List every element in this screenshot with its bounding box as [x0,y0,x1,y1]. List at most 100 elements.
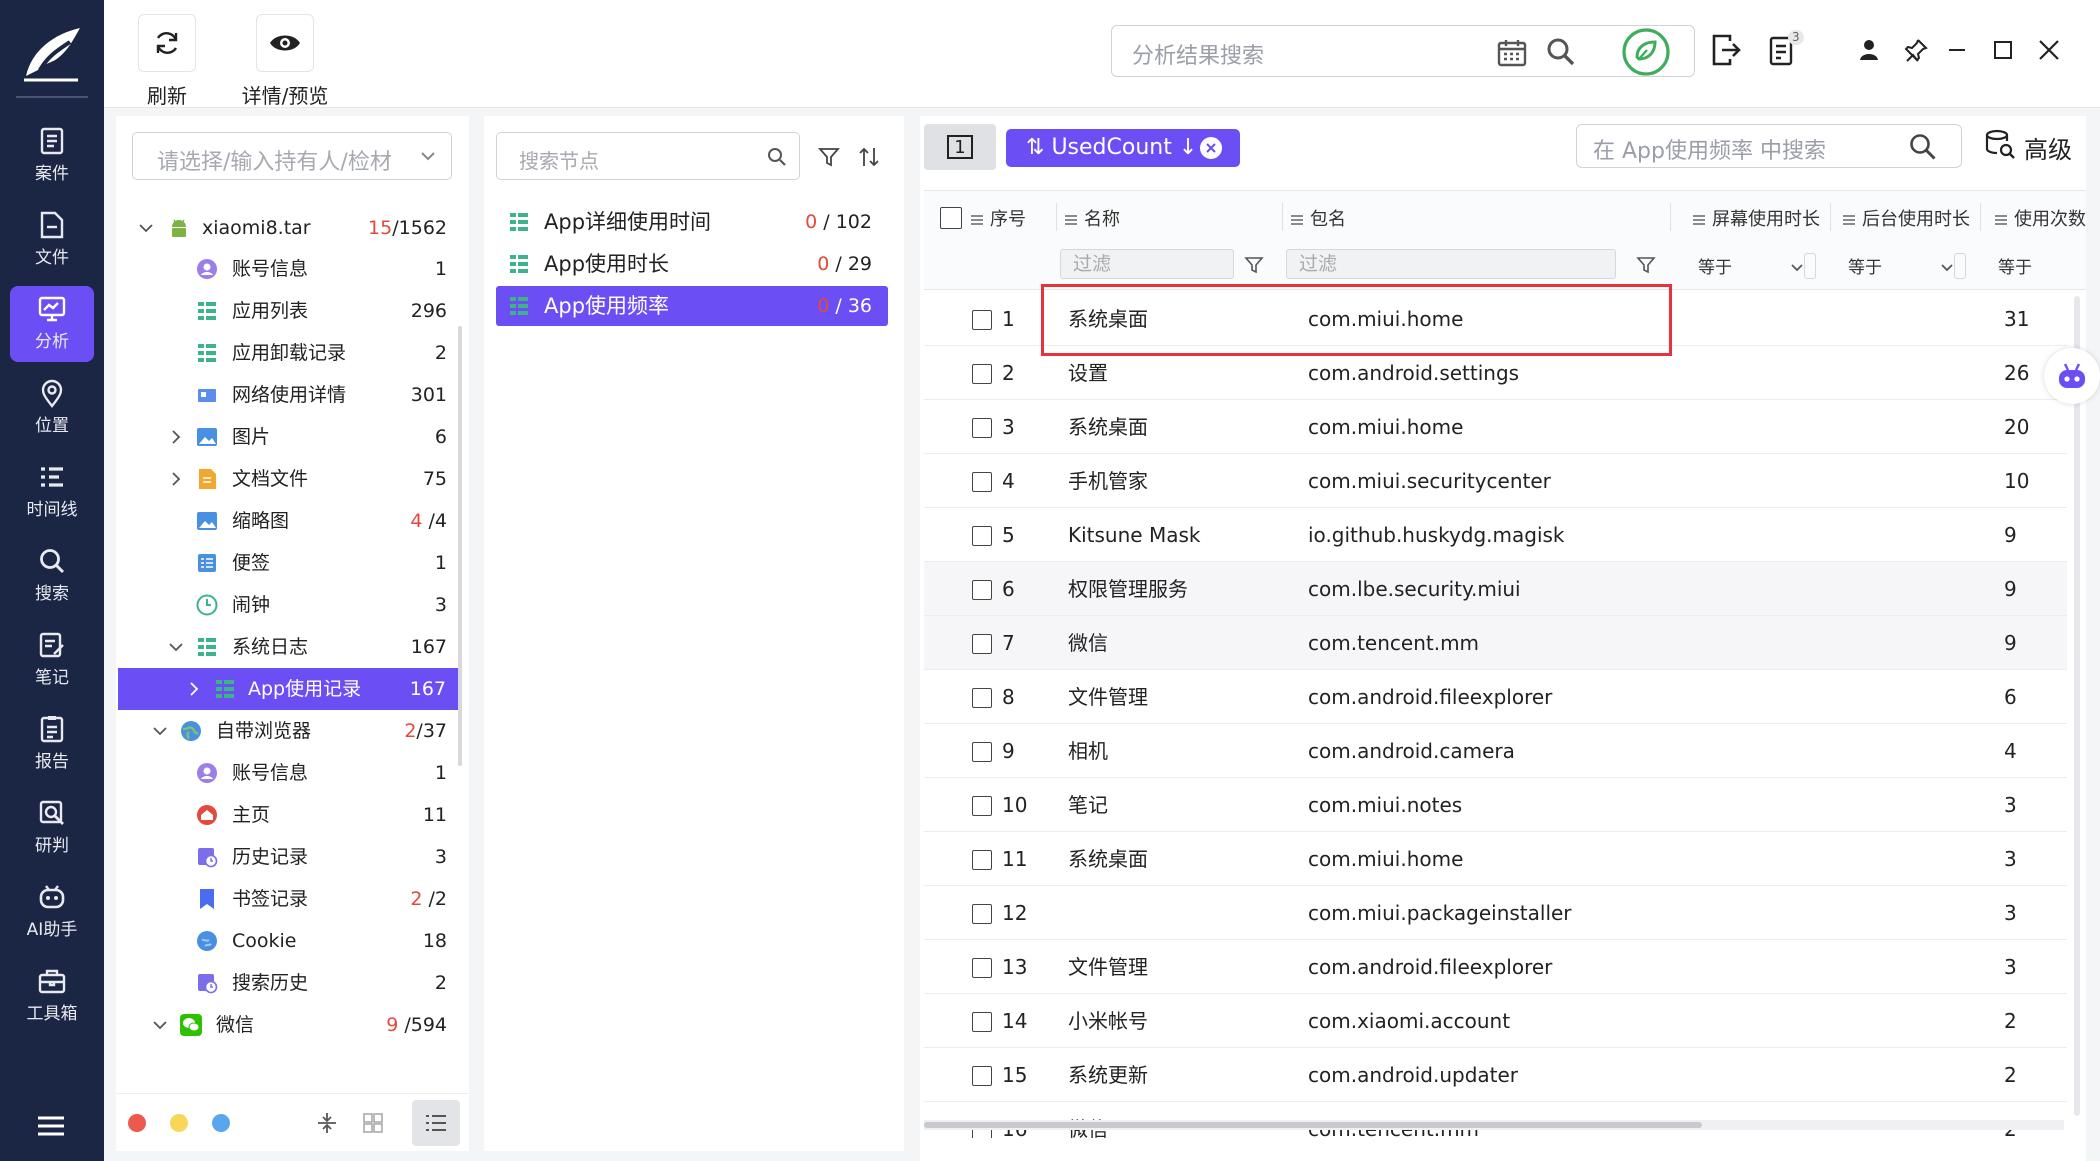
tree-item-browser-account[interactable]: 账号信息 1 [116,752,459,794]
column-separator[interactable] [1830,203,1831,231]
row-checkbox[interactable] [972,850,992,870]
minimize-button[interactable] [1937,30,1977,70]
table-row[interactable]: 3 系统桌面 com.miui.home 20 [924,400,2067,454]
tree-item-uninstall-records[interactable]: 应用卸载记录 2 [116,332,459,374]
table-row[interactable]: 1 系统桌面 com.miui.home 31 [924,292,2067,346]
chevron-down-icon[interactable] [152,723,168,739]
tree-item-thumbnails[interactable]: 缩略图 4 /4 [116,500,459,542]
yellow-tag-dot[interactable] [170,1114,188,1132]
table-row[interactable]: 7 微信 com.tencent.mm 9 [924,616,2067,670]
blue-tag-dot[interactable] [212,1114,230,1132]
table-row[interactable]: 8 文件管理 com.android.fileexplorer 6 [924,670,2067,724]
column-header-background-time[interactable]: 后台使用时长 [1842,205,1970,231]
tree-item-browser[interactable]: 自带浏览器 2/37 [116,710,459,752]
user-button[interactable] [1849,30,1889,70]
nav-item-judge[interactable]: 研判 [10,790,94,866]
table-row[interactable]: 11 系统桌面 com.miui.home 3 [924,832,2067,886]
chevron-right-icon[interactable] [186,681,202,697]
close-button[interactable] [2029,30,2069,70]
chevron-down-icon[interactable] [152,1017,168,1033]
tree-item-cookie[interactable]: Cookie 18 [116,920,459,962]
chevron-right-icon[interactable] [168,429,184,445]
row-checkbox[interactable] [972,688,992,708]
nav-item-note[interactable]: 笔记 [10,622,94,698]
analysis-search-box[interactable]: 分析结果搜索 [1111,25,1695,77]
tree-item-app-usage-records[interactable]: App使用记录 167 [118,668,458,710]
nav-item-toolbox[interactable]: 工具箱 [10,958,94,1034]
tree-item-account-info[interactable]: 账号信息 1 [116,248,459,290]
tree-item-history[interactable]: 历史记录 3 [116,836,459,878]
refresh-button[interactable]: 刷新 [138,14,196,109]
tree-item-bookmarks[interactable]: 书签记录 2 /2 [116,878,459,920]
node-filter-button[interactable] [818,146,840,168]
task-list-button[interactable]: 3 [1764,30,1804,70]
table-row[interactable]: 5 Kitsune Mask io.github.huskydg.magisk 9 [924,508,2067,562]
ai-assistant-float-button[interactable] [2044,348,2100,404]
column-separator[interactable] [1056,203,1057,231]
status-leaf-button[interactable] [1621,27,1671,77]
filter-icon[interactable] [1636,255,1656,275]
column-separator[interactable] [1670,203,1671,231]
screen-time-value-input[interactable] [1804,253,1816,279]
column-header-use-count[interactable]: 使用次数 [1994,205,2086,231]
tree-scrollbar[interactable] [458,326,462,766]
row-checkbox[interactable] [972,526,992,546]
tree-item-homepage[interactable]: 主页 11 [116,794,459,836]
tree-item-alarm[interactable]: 闹钟 3 [116,584,459,626]
list-view-button[interactable] [412,1100,460,1146]
row-checkbox[interactable] [972,1066,992,1086]
sort-chip[interactable]: ⇅ UsedCount ↓ [1006,129,1240,167]
table-row[interactable]: 9 相机 com.android.camera 4 [924,724,2067,778]
row-checkbox[interactable] [972,634,992,654]
horizontal-scroll-thumb[interactable] [924,1122,1702,1128]
row-checkbox[interactable] [972,742,992,762]
row-checkbox[interactable] [972,1012,992,1032]
table-search-input[interactable]: 在 App使用频率 中搜索 [1576,124,1962,168]
node-item-app-frequency[interactable]: App使用频率 0 / 36 [496,286,888,326]
nav-item-timeline[interactable]: 时间线 [10,454,94,530]
node-search-input[interactable]: 搜索节点 [496,132,800,180]
background-time-operator-select[interactable]: 等于 [1848,253,1954,278]
grid-view-button[interactable] [358,1108,388,1138]
maximize-button[interactable] [1983,30,2023,70]
collapse-all-button[interactable] [312,1108,342,1138]
table-row[interactable]: 10 笔记 com.miui.notes 3 [924,778,2067,832]
table-row[interactable]: 13 文件管理 com.android.fileexplorer 3 [924,940,2067,994]
row-checkbox[interactable] [972,364,992,384]
use-count-operator-select[interactable]: 等于 [1998,253,2032,278]
table-horizontal-scrollbar[interactable] [924,1120,2064,1130]
tree-item-search-history[interactable]: 搜索历史 2 [116,962,459,1004]
detail-preview-button[interactable]: 详情/预览 [216,14,354,109]
column-header-screen-time[interactable]: 屏幕使用时长 [1692,205,1820,231]
nav-item-analysis[interactable]: 分析 [10,286,94,362]
filter-icon[interactable] [1244,255,1264,275]
row-checkbox[interactable] [972,580,992,600]
table-row[interactable]: 2 设置 com.android.settings 26 [924,346,2067,400]
column-separator[interactable] [1282,203,1283,231]
column-separator[interactable] [1980,203,1981,231]
tree-item-network-usage[interactable]: 网络使用详情 301 [116,374,459,416]
table-row[interactable]: 12 com.miui.packageinstaller 3 [924,886,2067,940]
table-row[interactable]: 14 小米帐号 com.xiaomi.account 2 [924,994,2067,1048]
nav-item-file[interactable]: 文件 [10,202,94,278]
column-header-no[interactable]: 序号 [970,205,1026,231]
node-item-app-detail-time[interactable]: App详细使用时间 0 / 102 [496,202,888,242]
tree-item-images[interactable]: 图片 6 [116,416,459,458]
table-row[interactable]: 15 系统更新 com.android.updater 2 [924,1048,2067,1102]
tree-item-documents[interactable]: 文档文件 75 [116,458,459,500]
row-checkbox[interactable] [972,904,992,924]
row-checkbox[interactable] [972,958,992,978]
remove-sort-button[interactable] [1200,137,1222,159]
row-checkbox[interactable] [972,418,992,438]
tree-item-wechat[interactable]: 微信 9 /594 [116,1004,459,1046]
chevron-down-icon[interactable] [138,220,154,236]
select-all-checkbox[interactable] [940,207,962,229]
nav-item-case[interactable]: 案件 [10,118,94,194]
holder-select[interactable]: 请选择/输入持有人/检材 [132,132,452,180]
nav-item-report[interactable]: 报告 [10,706,94,782]
search-icon[interactable] [1546,37,1576,67]
hamburger-menu-icon[interactable] [36,1114,66,1138]
table-row[interactable]: 6 权限管理服务 com.lbe.security.miui 9 [924,562,2067,616]
node-sort-button[interactable] [858,146,880,168]
row-checkbox[interactable] [972,310,992,330]
